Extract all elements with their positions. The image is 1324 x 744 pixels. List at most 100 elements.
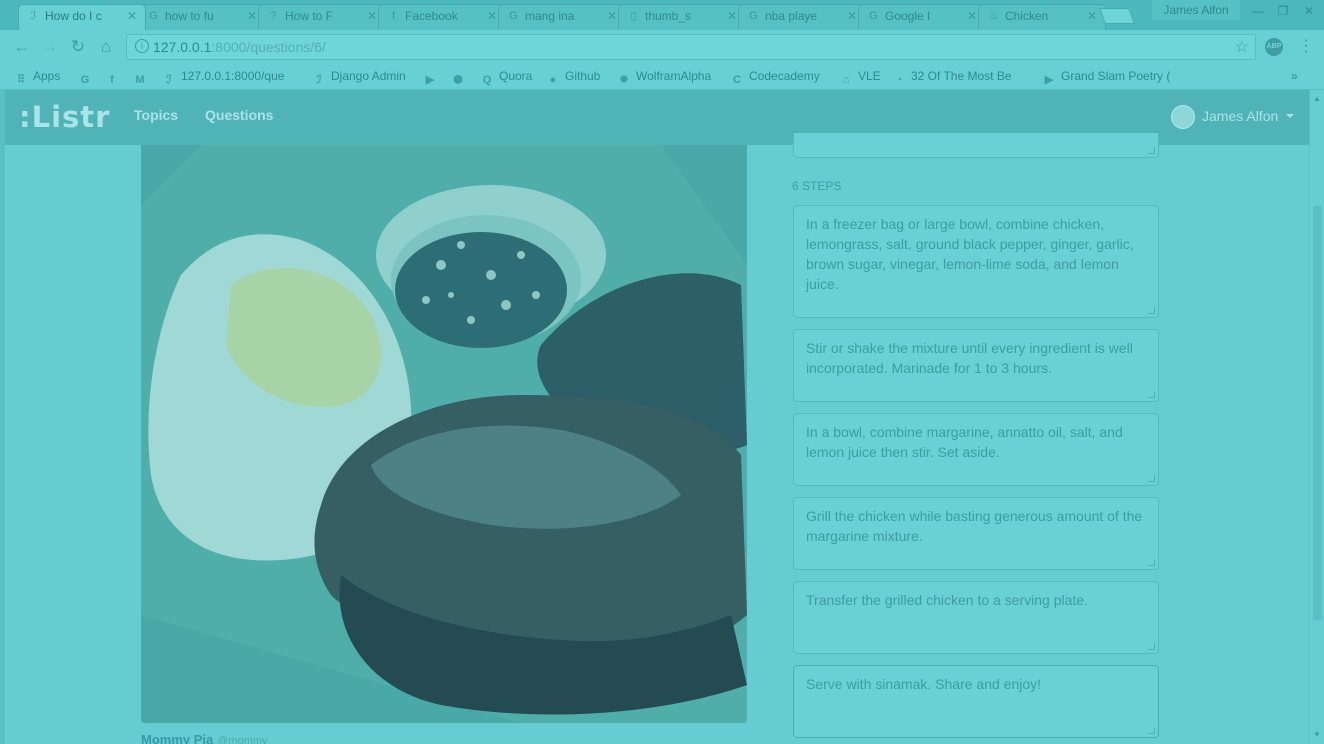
browser-tab[interactable]: G Google I ✕ (858, 4, 986, 30)
browser-tab[interactable]: ? How to F ✕ (258, 4, 386, 30)
resize-grip-icon[interactable] (1148, 391, 1155, 398)
back-arrow-icon[interactable]: ← (10, 35, 34, 59)
vle-icon: ⌂ (842, 74, 850, 86)
bookmark-grand-slam[interactable]: ▶ Grand Slam Poetry ( (1042, 68, 1171, 86)
browser-tab-strip: ℐ How do I c ✕ G how to fu ✕ ? How to F … (0, 0, 1324, 30)
resize-grip-icon[interactable] (1148, 475, 1155, 482)
new-tab-button[interactable] (1099, 8, 1135, 24)
close-icon[interactable]: ✕ (967, 5, 977, 27)
close-icon[interactable]: ✕ (847, 5, 857, 27)
bookmark-codecademy[interactable]: C Codecademy (730, 68, 820, 86)
resize-grip-icon[interactable] (1148, 559, 1155, 566)
browser-tab[interactable]: G how to fu ✕ (138, 4, 266, 30)
wolfram-icon: ✸ (619, 74, 629, 86)
browser-toolbar: ← → ↻ ⌂ i 127.0.0.1:8000/questions/6/ ☆ … (0, 30, 1324, 64)
youtube-icon: ▶ (1044, 74, 1054, 86)
scroll-thumb[interactable] (1313, 206, 1322, 620)
gmail-icon: M (135, 74, 145, 86)
browser-tab[interactable]: ℐ How do I c ✕ (18, 4, 146, 30)
caret-down-icon[interactable] (1286, 114, 1294, 118)
hex-icon: ⬢ (453, 74, 463, 86)
bookmark-django-admin[interactable]: ℐ Django Admin (312, 68, 405, 86)
menu-dots-icon[interactable]: ⋮ (1298, 36, 1314, 56)
bookmark-google[interactable]: G (78, 68, 97, 86)
minimize-icon[interactable]: — (1246, 2, 1270, 20)
page-scrollbar[interactable]: ▲ ▼ (1309, 90, 1324, 744)
google-icon: G (509, 10, 518, 22)
recipe-author[interactable]: Mommy Pia @mommy (141, 732, 268, 744)
scroll-down-icon[interactable]: ▼ (1313, 730, 1321, 739)
bookmark-facebook[interactable]: f (105, 68, 124, 86)
adblock-icon[interactable]: ABP (1265, 38, 1283, 56)
listr-icon: ℐ (166, 74, 172, 86)
step-textarea[interactable]: Stir or shake the mixture until every in… (793, 329, 1159, 402)
bookmark-article[interactable]: ◔ 32 Of The Most Be (892, 68, 1012, 86)
url-text: 127.0.0.1:8000/questions/6/ (153, 39, 326, 55)
listr-icon: ℐ (316, 74, 322, 86)
bookmark-star-icon[interactable]: ☆ (1235, 37, 1249, 57)
step-textarea[interactable]: In a freezer bag or large bowl, combine … (793, 205, 1159, 318)
bookmark-apps[interactable]: ⠿ Apps (14, 68, 60, 86)
tab-label: How do I c (45, 9, 102, 23)
forward-arrow-icon[interactable]: → (38, 35, 62, 59)
bookmark-quora[interactable]: Q Quora (480, 68, 533, 86)
bookmark-gmail[interactable]: M (133, 68, 152, 86)
bookmark-vle[interactable]: ⌂ VLE (839, 68, 881, 86)
avatar[interactable] (1171, 105, 1195, 129)
chevron-right-icon[interactable]: » (1291, 68, 1298, 84)
step-textarea[interactable]: Transfer the grilled chicken to a servin… (793, 581, 1159, 654)
facebook-icon: f (110, 74, 114, 86)
nav-topics[interactable]: Topics (134, 107, 178, 123)
tab-label: how to fu (165, 9, 214, 23)
close-icon[interactable]: ✕ (727, 5, 737, 27)
browser-tab[interactable]: f Facebook ✕ (378, 4, 506, 30)
address-bar[interactable]: i 127.0.0.1:8000/questions/6/ ☆ (126, 34, 1256, 60)
bookmark-youtube[interactable]: ▶ (423, 68, 442, 86)
step-textarea[interactable]: Grill the chicken while basting generous… (793, 497, 1159, 570)
browser-tab[interactable]: G nba playe ✕ (738, 4, 866, 30)
tab-label: thumb_s (645, 9, 692, 23)
google-icon: G (869, 10, 878, 22)
resize-grip-icon[interactable] (1148, 727, 1155, 734)
tab-label: nba playe (765, 9, 818, 23)
bookmark-localhost[interactable]: ℐ 127.0.0.1:8000/que (162, 68, 284, 86)
site-logo[interactable]: :Listr (19, 100, 110, 134)
listr-icon: ℐ (30, 10, 37, 22)
info-icon[interactable]: i (135, 39, 149, 53)
tab-label: mang ina (525, 9, 575, 23)
browser-tab[interactable]: G mang ina ✕ (498, 4, 626, 30)
resize-grip-icon[interactable] (1148, 643, 1155, 650)
close-icon[interactable]: ✕ (247, 5, 257, 27)
window-user-badge[interactable]: James Alfon (1152, 0, 1240, 20)
browser-tab[interactable]: ♨ Chicken ✕ (978, 4, 1106, 30)
bookmark-github[interactable]: ● Github (546, 68, 601, 86)
github-icon: ● (549, 74, 557, 86)
home-icon[interactable]: ⌂ (94, 35, 118, 59)
tab-label: Facebook (405, 9, 458, 23)
resize-grip-icon[interactable] (1148, 307, 1155, 314)
close-icon[interactable]: ✕ (127, 5, 137, 27)
restore-icon[interactable]: ❐ (1271, 2, 1295, 20)
tab-label: Chicken (1005, 9, 1049, 23)
close-icon[interactable]: ✕ (487, 5, 497, 27)
close-icon[interactable]: ✕ (367, 5, 377, 27)
step-textarea[interactable]: In a bowl, combine margarine, annatto oi… (793, 413, 1159, 486)
close-icon[interactable]: ✕ (607, 5, 617, 27)
scroll-up-icon[interactable]: ▲ (1313, 94, 1321, 103)
steps-heading: 6 STEPS (792, 179, 842, 193)
bookmark-wolfram[interactable]: ✸ WolframAlpha (617, 68, 711, 86)
resize-grip-icon[interactable] (1148, 147, 1155, 154)
description-textarea[interactable] (793, 133, 1159, 158)
step-textarea[interactable]: Serve with sinamak. Share and enjoy! (793, 665, 1159, 738)
close-icon[interactable]: ✕ (1087, 5, 1097, 27)
question-icon: ? (270, 10, 277, 22)
bookmark-hex[interactable]: ⬢ (451, 68, 470, 86)
quora-icon: Q (482, 74, 492, 86)
circle-icon: ◔ (895, 74, 903, 86)
nav-questions[interactable]: Questions (205, 107, 273, 123)
reload-icon[interactable]: ↻ (66, 35, 90, 59)
user-menu[interactable]: James Alfon (1202, 108, 1278, 124)
window-close-icon[interactable]: ✕ (1297, 2, 1321, 20)
browser-tab[interactable]: ▯ thumb_s ✕ (618, 4, 746, 30)
google-icon: G (80, 74, 90, 86)
